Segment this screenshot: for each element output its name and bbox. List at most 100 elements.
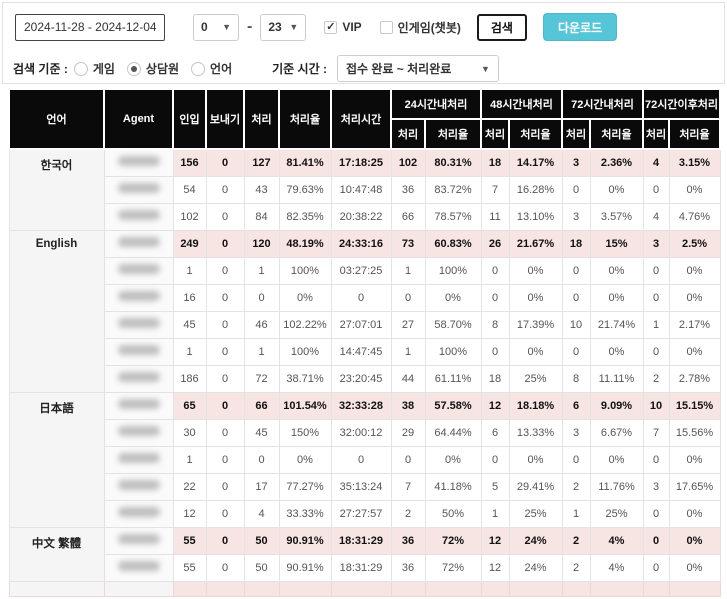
value-cell: 0	[562, 338, 590, 365]
value-cell: 16.28%	[509, 176, 562, 203]
radio-selected-icon[interactable]	[127, 62, 141, 76]
time-basis-select[interactable]: 접수 완료 ~ 처리완료 ▼	[337, 55, 499, 82]
redacted-agent-name	[118, 453, 160, 463]
value-cell: 20:38:22	[331, 203, 391, 230]
agent-name-cell-redacted	[104, 203, 173, 230]
value-cell: 12	[481, 527, 509, 554]
value-cell: 55	[173, 527, 206, 554]
value-cell: 29.41%	[509, 473, 562, 500]
value-cell: 2	[562, 473, 590, 500]
value-cell: 0%	[669, 338, 720, 365]
value-cell: 18	[562, 230, 590, 257]
checkbox-unchecked-icon[interactable]	[380, 21, 393, 34]
value-cell: 1	[562, 500, 590, 527]
date-range-input[interactable]	[15, 14, 165, 41]
value-cell: 90.91%	[279, 554, 331, 581]
value-cell: 0%	[669, 257, 720, 284]
subcol-72h-rate: 처리율	[590, 119, 643, 149]
value-cell: 83.72%	[425, 176, 481, 203]
radio-unselected-icon[interactable]	[74, 62, 88, 76]
radio-agent[interactable]: 상담원	[127, 60, 179, 77]
value-cell: 38.71%	[279, 365, 331, 392]
summary-row: English249012048.19%24:33:167360.83%2621…	[9, 230, 720, 257]
value-cell: 0%	[590, 176, 643, 203]
value-cell: 80.31%	[425, 149, 481, 176]
table-header: 언어 Agent 인입 보내기 처리 처리율 처리시간 24시간내처리 48시간…	[9, 89, 720, 149]
value-cell: 1	[244, 338, 279, 365]
value-cell: 54	[173, 176, 206, 203]
value-cell: 0	[206, 284, 244, 311]
value-cell: 26	[481, 230, 509, 257]
value-cell: 0	[643, 338, 669, 365]
agent-name-cell-redacted	[104, 446, 173, 473]
value-cell: 2.5%	[669, 230, 720, 257]
search-button[interactable]: 검색	[477, 14, 527, 41]
value-cell: 7	[643, 419, 669, 446]
value-cell	[173, 581, 206, 596]
value-cell: 100%	[425, 338, 481, 365]
col-group-after72h: 72시간이후처리	[643, 89, 720, 119]
agent-name-cell-redacted	[104, 419, 173, 446]
value-cell: 2.36%	[590, 149, 643, 176]
value-cell: 15.15%	[669, 392, 720, 419]
value-cell: 0	[562, 446, 590, 473]
value-cell: 0	[206, 473, 244, 500]
redacted-agent-name	[118, 534, 160, 544]
col-group-48h: 48시간내처리	[481, 89, 562, 119]
agent-name-cell-redacted	[104, 284, 173, 311]
value-cell	[509, 581, 562, 596]
value-cell: 0	[481, 446, 509, 473]
value-cell: 77.27%	[279, 473, 331, 500]
value-cell: 0	[562, 257, 590, 284]
value-cell: 10	[562, 311, 590, 338]
value-cell: 84	[244, 203, 279, 230]
value-cell: 50	[244, 554, 279, 581]
hour-to-select[interactable]: 23 ▼	[260, 14, 306, 41]
value-cell	[391, 581, 425, 596]
value-cell: 21.74%	[590, 311, 643, 338]
radio-unselected-icon[interactable]	[191, 62, 205, 76]
value-cell: 18:31:29	[331, 554, 391, 581]
value-cell: 1	[173, 338, 206, 365]
value-cell: 0	[331, 284, 391, 311]
value-cell: 38	[391, 392, 425, 419]
language-group-cell: English	[9, 230, 104, 392]
vip-checkbox[interactable]: ✓ VIP	[324, 20, 361, 34]
value-cell: 73	[391, 230, 425, 257]
value-cell: 0	[206, 527, 244, 554]
redacted-agent-name	[118, 210, 160, 220]
value-cell: 0	[206, 500, 244, 527]
value-cell: 90.91%	[279, 527, 331, 554]
radio-language[interactable]: 언어	[191, 60, 232, 77]
hour-from-value: 0	[201, 20, 208, 34]
hour-from-select[interactable]: 0 ▼	[193, 14, 239, 41]
value-cell: 36	[391, 527, 425, 554]
redacted-agent-name	[118, 480, 160, 490]
filter-row-top: 0 ▼ - 23 ▼ ✓ VIP 인게임(챗봇) 검색 다운로드	[15, 13, 724, 41]
agent-name-cell-redacted	[104, 149, 173, 176]
value-cell: 101.54%	[279, 392, 331, 419]
table-row: 2201777.27%35:13:24741.18%529.41%211.76%…	[9, 473, 720, 500]
vip-label: VIP	[342, 20, 361, 34]
table-row: 45046102.22%27:07:012758.70%817.39%1021.…	[9, 311, 720, 338]
summary-row: 中文 繁體5505090.91%18:31:293672%1224%24%00%	[9, 527, 720, 554]
checkbox-checked-icon[interactable]: ✓	[324, 21, 337, 34]
radio-game[interactable]: 게임	[74, 60, 115, 77]
value-cell: 1	[173, 446, 206, 473]
value-cell: 45	[173, 311, 206, 338]
value-cell: 0%	[590, 338, 643, 365]
ingame-checkbox[interactable]: 인게임(챗봇)	[380, 19, 461, 36]
value-cell: 120	[244, 230, 279, 257]
redacted-agent-name	[118, 318, 160, 328]
col-header-processed: 처리	[244, 89, 279, 149]
value-cell: 0	[206, 554, 244, 581]
redacted-agent-name	[118, 426, 160, 436]
value-cell: 18.18%	[509, 392, 562, 419]
agent-name-cell-redacted	[104, 581, 173, 596]
value-cell: 2	[391, 500, 425, 527]
chevron-down-icon: ▼	[481, 64, 490, 74]
value-cell: 17:18:25	[331, 149, 391, 176]
filter-panel: 0 ▼ - 23 ▼ ✓ VIP 인게임(챗봇) 검색 다운로드 검색 기준 :…	[2, 2, 725, 84]
redacted-agent-name	[118, 507, 160, 517]
download-button[interactable]: 다운로드	[543, 13, 617, 41]
